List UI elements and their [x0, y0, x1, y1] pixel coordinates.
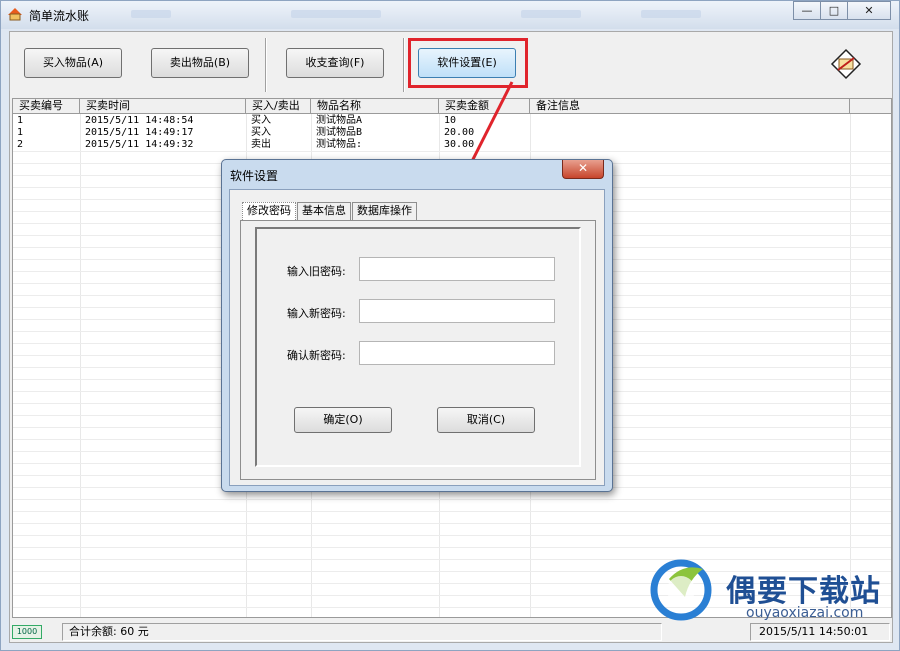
window-title: 简单流水账	[29, 9, 90, 23]
watermark-title: 偶要下载站	[726, 574, 881, 609]
cell-amount: 20.00	[444, 127, 475, 138]
book-pen-icon	[830, 48, 862, 80]
cell-type: 买入	[251, 127, 271, 138]
dialog-close-button[interactable]: ✕	[562, 160, 604, 179]
toolbar: 买入物品(A) 卖出物品(B) 收支查询(F) 软件设置(E)	[10, 32, 892, 98]
cell-type: 买入	[251, 115, 271, 126]
new-password-label: 输入新密码:	[287, 307, 346, 320]
grid-line	[13, 511, 891, 512]
status-bar: 1000 合计余额: 60 元 2015/5/11 14:50:01	[10, 622, 892, 642]
old-password-label: 输入旧密码:	[287, 265, 346, 278]
table-row[interactable]: 1 2015/5/11 14:48:54 买入 测试物品A 10	[13, 115, 891, 127]
column-header[interactable]: 买卖时间	[80, 99, 246, 114]
column-header[interactable]: 买入/卖出	[246, 99, 311, 114]
blurred-background-text	[641, 10, 701, 18]
blurred-background-text	[131, 10, 171, 18]
cancel-button[interactable]: 取消(C)	[437, 407, 535, 433]
query-button[interactable]: 收支查询(F)	[286, 48, 384, 78]
status-icon: 1000	[12, 625, 42, 639]
table-row[interactable]: 2 2015/5/11 14:49:32 卖出 测试物品: 30.00	[13, 139, 891, 151]
toolbar-separator	[265, 38, 267, 92]
new-password-field[interactable]	[359, 299, 555, 323]
settings-dialog: 软件设置 ✕ 修改密码 基本信息 数据库操作 输入旧密码: 输入新密码: 确认新…	[221, 159, 613, 492]
cell-id: 2	[17, 139, 24, 150]
grid-line	[850, 114, 851, 617]
cell-time: 2015/5/11 14:49:17	[85, 127, 194, 138]
dialog-title: 软件设置	[230, 169, 279, 183]
grid-line	[13, 523, 891, 524]
settings-button[interactable]: 软件设置(E)	[418, 48, 516, 78]
tab-change-password[interactable]: 修改密码	[242, 202, 296, 220]
cell-time: 2015/5/11 14:48:54	[85, 115, 194, 126]
confirm-password-label: 确认新密码:	[287, 349, 346, 362]
cell-amount: 10	[444, 115, 457, 126]
toolbar-separator	[403, 38, 405, 92]
blurred-background-text	[521, 10, 581, 18]
column-header[interactable]: 备注信息	[530, 99, 850, 114]
cell-item: 测试物品:	[316, 139, 363, 150]
watermark-logo-icon	[650, 559, 712, 621]
confirm-password-field[interactable]	[359, 341, 555, 365]
tab-database[interactable]: 数据库操作	[352, 202, 417, 220]
title-bar: 简单流水账 — □ ✕	[1, 1, 899, 29]
dialog-body: 修改密码 基本信息 数据库操作 输入旧密码: 输入新密码: 确认新密码: 确定(…	[229, 189, 605, 486]
cell-id: 1	[17, 115, 24, 126]
grid-line	[80, 114, 81, 617]
cell-item: 测试物品B	[316, 127, 363, 138]
dialog-tabs: 修改密码 基本信息 数据库操作	[242, 202, 418, 220]
cell-id: 1	[17, 127, 24, 138]
cell-time: 2015/5/11 14:49:32	[85, 139, 194, 150]
table-row[interactable]: 1 2015/5/11 14:49:17 买入 测试物品B 20.00	[13, 127, 891, 139]
grid-line	[13, 559, 891, 560]
buy-item-button[interactable]: 买入物品(A)	[24, 48, 122, 78]
grid-line	[13, 499, 891, 500]
watermark-url: ouyaoxiazai.com	[746, 605, 864, 621]
password-frame: 输入旧密码: 输入新密码: 确认新密码: 确定(O) 取消(C)	[255, 227, 581, 467]
status-datetime: 2015/5/11 14:50:01	[750, 623, 890, 641]
window-controls: — □ ✕	[793, 1, 891, 21]
minimize-button[interactable]: —	[793, 1, 821, 20]
total-balance: 合计余额: 60 元	[62, 623, 662, 641]
app-icon	[8, 8, 22, 21]
grid-line	[13, 535, 891, 536]
grid-line	[13, 547, 891, 548]
cell-amount: 30.00	[444, 139, 475, 150]
column-header[interactable]: 物品名称	[311, 99, 439, 114]
ok-button[interactable]: 确定(O)	[294, 407, 392, 433]
old-password-field[interactable]	[359, 257, 555, 281]
grid-line	[13, 151, 891, 152]
cell-item: 测试物品A	[316, 115, 363, 126]
table-header: 买卖编号 买卖时间 买入/卖出 物品名称 买卖金额 备注信息	[13, 99, 891, 114]
tab-basic-info[interactable]: 基本信息	[297, 202, 351, 220]
blurred-background-text	[291, 10, 381, 18]
maximize-button[interactable]: □	[820, 1, 848, 20]
close-button[interactable]: ✕	[847, 1, 891, 20]
cell-type: 卖出	[251, 139, 271, 150]
tab-panel: 输入旧密码: 输入新密码: 确认新密码: 确定(O) 取消(C)	[240, 220, 596, 480]
column-header[interactable]: 买卖金额	[439, 99, 530, 114]
column-header[interactable]: 买卖编号	[13, 99, 80, 114]
sell-item-button[interactable]: 卖出物品(B)	[151, 48, 249, 78]
